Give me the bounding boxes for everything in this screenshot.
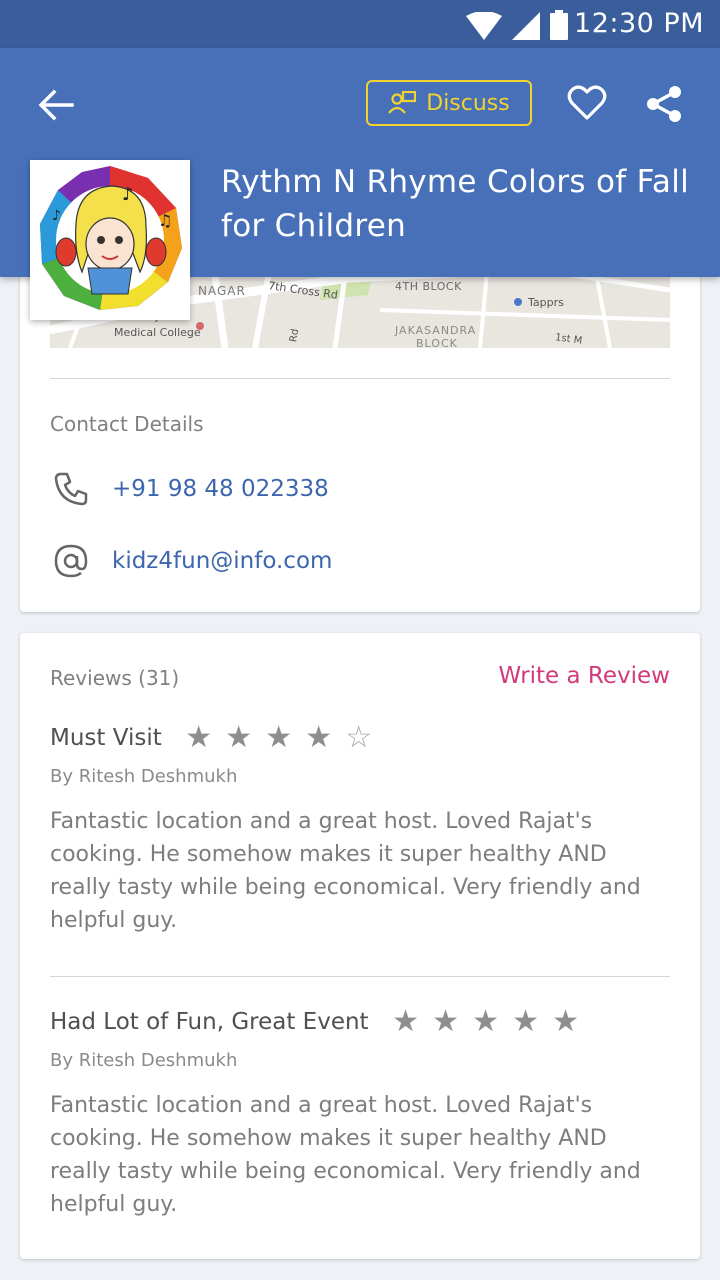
at-icon (50, 540, 92, 582)
review-author: By Ritesh Deshmukh (50, 1050, 238, 1071)
share-icon (647, 86, 681, 122)
heart-icon (567, 85, 607, 120)
star-rating: ★ ★ ★ ★ ☆ (182, 723, 376, 753)
email-row[interactable]: kidz4fun@info.com (50, 540, 332, 582)
back-arrow-icon (38, 89, 74, 121)
star-filled-icon: ★ (472, 1004, 500, 1039)
star-empty-icon: ☆ (345, 720, 373, 755)
review-item: Had Lot of Fun, Great Event ★ ★ ★ ★ ★ By Rit… (50, 1004, 670, 1221)
phone-row[interactable]: +91 98 48 022338 (50, 468, 329, 510)
star-filled-icon: ★ (512, 1004, 540, 1039)
app-bar: Discuss ♪ ♫ ♪ Rythm N Rhyme Colors of Fa… (0, 48, 720, 320)
email-address: kidz4fun@info.com (112, 548, 333, 574)
star-filled-icon: ★ (305, 720, 333, 755)
phone-number: +91 98 48 022338 (112, 476, 329, 502)
map-label: JAKASANDRA (395, 324, 477, 337)
review-title: Had Lot of Fun, Great Event (50, 1009, 369, 1035)
star-filled-icon: ★ (432, 1004, 460, 1039)
contact-heading: Contact Details (50, 412, 204, 436)
map-label: BLOCK (416, 337, 458, 348)
map-label: Rd (288, 327, 302, 344)
review-header: Had Lot of Fun, Great Event ★ ★ ★ ★ ★ (50, 1004, 670, 1040)
star-filled-icon: ★ (265, 720, 293, 755)
review-header: Must Visit ★ ★ ★ ★ ☆ (50, 720, 670, 756)
rhythm-rhyme-logo: ♪ ♫ ♪ (40, 166, 182, 310)
discuss-icon (388, 91, 417, 114)
svg-text:♪: ♪ (122, 184, 134, 205)
review-item: Must Visit ★ ★ ★ ★ ☆ By Ritesh Deshmukh Fant… (50, 720, 670, 937)
status-bar: 12:30 PM (0, 0, 720, 48)
review-author: By Ritesh Deshmukh (50, 766, 238, 787)
map-label: Tapprs (528, 296, 564, 309)
status-time: 12:30 PM (574, 8, 704, 39)
star-filled-icon: ★ (552, 1004, 580, 1039)
reviews-card: Reviews (31) Write a Review Must Visit ★… (20, 633, 700, 1259)
review-title: Must Visit (50, 725, 162, 751)
review-body: Fantastic location and a great host. Lov… (50, 809, 641, 933)
reviews-heading: Reviews (31) (50, 666, 180, 690)
back-button[interactable] (36, 88, 76, 122)
event-title: Rythm N Rhyme Colors of Fall for Childre… (221, 164, 690, 244)
svg-text:♪: ♪ (52, 208, 61, 224)
divider (50, 378, 670, 379)
phone-icon (50, 468, 92, 510)
event-logo: ♪ ♫ ♪ (30, 160, 190, 320)
write-review-button[interactable]: Write a Review (498, 663, 670, 689)
star-filled-icon: ★ (225, 720, 253, 755)
map-label: 4TH BLOCK (395, 280, 462, 293)
map-label: NAGAR (198, 284, 246, 298)
share-button[interactable] (644, 84, 684, 124)
discuss-button[interactable]: Discuss (366, 80, 532, 126)
star-filled-icon: ★ (392, 1004, 420, 1039)
review-body: Fantastic location and a great host. Lov… (50, 1093, 641, 1217)
signal-icon (512, 12, 540, 40)
wifi-icon (466, 12, 502, 40)
svg-text:♫: ♫ (158, 211, 172, 230)
discuss-label: Discuss (426, 90, 510, 116)
map-label: Medical College (114, 326, 201, 339)
star-filled-icon: ★ (185, 720, 213, 755)
status-icons (466, 10, 568, 40)
divider (50, 976, 670, 977)
star-rating: ★ ★ ★ ★ ★ (389, 1007, 583, 1037)
battery-icon (550, 10, 568, 40)
favorite-button[interactable] (567, 84, 607, 122)
